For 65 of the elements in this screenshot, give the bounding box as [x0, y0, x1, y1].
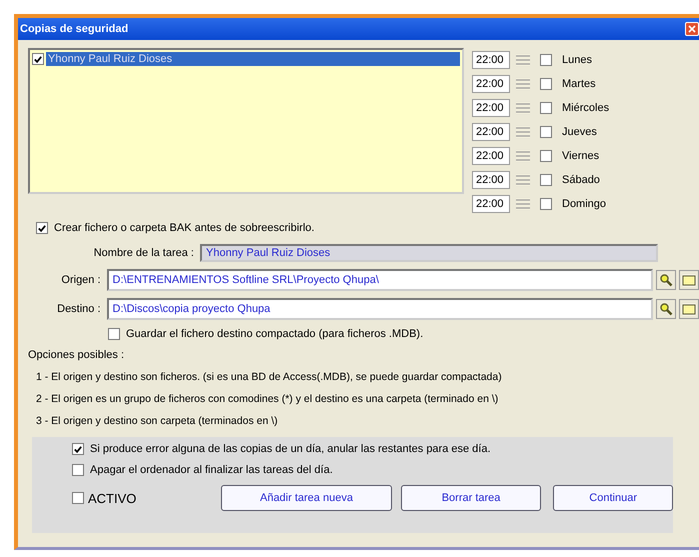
search-icon: [659, 302, 674, 316]
day-label: Lunes: [562, 54, 592, 66]
dialog-button[interactable]: Añadir tarea nueva: [221, 485, 392, 511]
day-checkbox[interactable]: [540, 78, 552, 90]
spinner-icon[interactable]: [514, 125, 532, 139]
task-checkbox[interactable]: [32, 53, 44, 65]
task-list[interactable]: Yhonny Paul Ruiz Dioses: [28, 48, 464, 194]
spinner-icon[interactable]: [514, 197, 532, 211]
folder-icon: [682, 303, 696, 315]
options-heading: Opciones posibles :: [28, 349, 125, 361]
day-label: Martes: [562, 78, 596, 90]
task-name-field[interactable]: Yhonny Paul Ruiz Dioses: [200, 244, 658, 262]
dialog-button[interactable]: Continuar: [553, 485, 674, 511]
search-icon: [659, 273, 674, 287]
option-text: 2 - El origen es un grupo de ficheros con comodines (*) y el destino es una carpeta (terminado en \): [36, 393, 500, 405]
day-checkbox[interactable]: [540, 102, 552, 114]
active-checkbox[interactable]: [72, 492, 84, 504]
spinner-icon[interactable]: [514, 173, 532, 187]
dialog-button[interactable]: Borrar tarea: [400, 485, 542, 511]
search-button[interactable]: [656, 270, 676, 290]
spinner-icon[interactable]: [514, 53, 532, 67]
time-field[interactable]: 22:00: [472, 171, 510, 189]
option-checkbox[interactable]: [72, 464, 84, 476]
day-checkbox[interactable]: [540, 126, 552, 138]
time-field[interactable]: 22:00: [472, 147, 510, 165]
day-label: Domingo: [562, 198, 606, 210]
folder-button[interactable]: [679, 270, 699, 290]
compact-label: Guardar el fichero destino compactado (para ficheros .MDB).: [126, 328, 424, 340]
day-label: Sábado: [562, 174, 600, 186]
day-label: Jueves: [562, 126, 597, 138]
day-label: Miércoles: [562, 102, 610, 114]
folder-icon: [682, 274, 696, 286]
path-field[interactable]: D:\ENTRENAMIENTOS Softline SRL\Proyecto Qhupa\: [106, 269, 654, 291]
task-name-label: Nombre de la tarea :: [92, 247, 194, 259]
task-item[interactable]: Yhonny Paul Ruiz Dioses: [46, 52, 460, 66]
spinner-icon[interactable]: [514, 77, 532, 91]
day-label: Viernes: [562, 150, 600, 162]
option-checkbox[interactable]: [72, 443, 84, 455]
day-checkbox[interactable]: [540, 150, 552, 162]
day-checkbox[interactable]: [540, 174, 552, 186]
time-field[interactable]: 22:00: [472, 75, 510, 93]
time-field[interactable]: 22:00: [472, 195, 510, 213]
option-label: Si produce error alguna de las copias de un día, anular las restantes para ese día.: [90, 443, 491, 455]
close-button[interactable]: [685, 22, 699, 36]
day-checkbox[interactable]: [540, 54, 552, 66]
bak-label: Crear fichero o carpeta BAK antes de sobreescribirlo.: [54, 222, 314, 234]
time-field[interactable]: 22:00: [472, 99, 510, 117]
bak-checkbox[interactable]: [36, 222, 48, 234]
compact-checkbox[interactable]: [108, 328, 120, 340]
spinner-icon[interactable]: [514, 101, 532, 115]
path-label: Destino :: [56, 303, 101, 315]
folder-button[interactable]: [679, 299, 699, 319]
option-label: Apagar el ordenador al finalizar las tareas del día.: [90, 464, 333, 476]
active-label: ACTIVO: [88, 490, 136, 506]
time-field[interactable]: 22:00: [472, 123, 510, 141]
spinner-icon[interactable]: [514, 149, 532, 163]
search-button[interactable]: [656, 299, 676, 319]
option-text: 1 - El origen y destino son ficheros. (si es una BD de Access(.MDB), se puede guardar compactada): [36, 371, 503, 383]
window-title: Copias de seguridad: [20, 23, 128, 35]
time-field[interactable]: 22:00: [472, 51, 510, 69]
day-checkbox[interactable]: [540, 198, 552, 210]
option-text: 3 - El origen y destino son carpeta (terminados en \): [36, 415, 279, 427]
path-label: Origen :: [60, 274, 101, 286]
path-field[interactable]: D:\Discos\copia proyecto Qhupa: [106, 298, 654, 320]
close-icon: [688, 25, 696, 33]
